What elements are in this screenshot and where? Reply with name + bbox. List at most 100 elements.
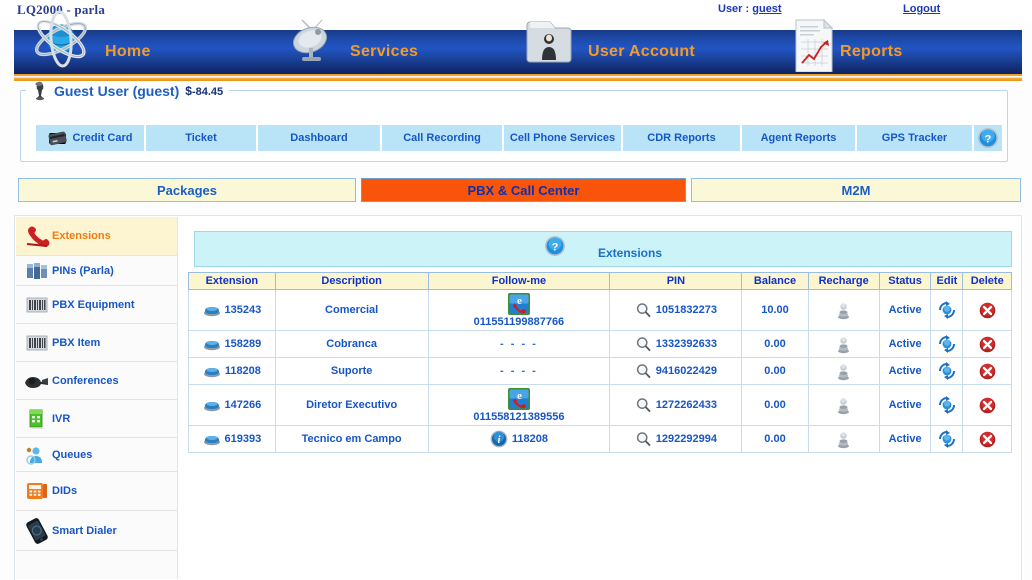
column-header-status[interactable]: Status <box>878 272 932 290</box>
balance-value: -84.45 <box>191 86 224 98</box>
edit-refresh-icon[interactable] <box>933 430 960 448</box>
magnifier-icon[interactable] <box>635 431 652 448</box>
column-header-description[interactable]: Description <box>274 272 429 290</box>
info-circle-icon[interactable]: i <box>490 430 508 448</box>
sidebar-item-pbx-item[interactable]: PBX Item <box>16 324 177 362</box>
table-row: 147266 Diretor Executivo e 0115581213895… <box>188 384 1012 426</box>
tab-packages[interactable]: Packages <box>18 178 356 202</box>
logout-link[interactable]: Logout <box>903 3 940 15</box>
balance-value: 10.00 <box>761 304 789 316</box>
queues-user-icon <box>22 445 52 465</box>
cell-edit <box>930 357 964 385</box>
button-dashboard[interactable]: Dashboard <box>258 125 380 151</box>
column-header-pin[interactable]: PIN <box>609 272 743 290</box>
sidebar-item-extensions[interactable]: Extensions <box>16 217 177 256</box>
column-header-extension[interactable]: Extension <box>188 272 276 290</box>
extension-number-link[interactable]: 135243 <box>225 304 262 316</box>
nav-item-services[interactable]: Services <box>350 30 418 74</box>
magnifier-icon[interactable] <box>635 302 652 319</box>
recharge-coins-icon[interactable] <box>811 301 877 320</box>
delete-x-icon[interactable] <box>965 336 1009 353</box>
table-body: 135243 Comercial e 011551199887766 10518… <box>188 289 1012 453</box>
sidebar-item-dids[interactable]: DIDs <box>16 472 177 511</box>
delete-x-icon[interactable] <box>965 302 1009 319</box>
extension-number-link[interactable]: 158289 <box>225 338 262 350</box>
sidebar-item-queues[interactable]: Queues <box>16 438 177 472</box>
status-badge[interactable]: Active <box>889 304 922 316</box>
edit-refresh-icon[interactable] <box>933 362 960 380</box>
cell-extension: 619393 <box>188 425 276 453</box>
user-name-link[interactable]: guest <box>752 3 781 15</box>
extensions-table: Extension Description Follow-me PIN Bala… <box>188 272 1012 453</box>
sidebar-item-conferences[interactable]: Conferences <box>16 362 177 400</box>
status-badge[interactable]: Active <box>889 433 922 445</box>
extension-number-link[interactable]: 118208 <box>225 365 261 377</box>
recharge-coins-icon[interactable] <box>811 362 877 381</box>
magnifier-icon[interactable] <box>635 363 652 380</box>
button-agent-reports[interactable]: Agent Reports <box>742 125 855 151</box>
followme-number[interactable]: 011558121389556 <box>473 411 564 423</box>
cell-description: Suporte <box>274 357 429 385</box>
status-badge[interactable]: Active <box>889 338 922 350</box>
delete-x-icon[interactable] <box>965 397 1009 414</box>
status-badge[interactable]: Active <box>889 399 922 411</box>
button-credit-card[interactable]: Credit Card <box>36 125 144 151</box>
cell-followme: - - - - <box>427 357 611 385</box>
sidebar-item-ivr[interactable]: IVR <box>16 400 177 438</box>
column-header-edit[interactable]: Edit <box>930 272 964 290</box>
followme-number[interactable]: 011551199887766 <box>474 316 565 328</box>
pin-number-link[interactable]: 1332392633 <box>656 338 717 350</box>
magnifier-icon[interactable] <box>635 336 652 353</box>
extension-number-link[interactable]: 147266 <box>225 399 262 411</box>
extensions-panel-header: ? Extensions <box>194 231 1012 267</box>
nav-label-user-account: User Account <box>588 43 696 60</box>
cell-status: Active <box>878 330 932 358</box>
tab-pbx-call-center[interactable]: PBX & Call Center <box>361 178 686 202</box>
delete-x-icon[interactable] <box>965 363 1009 380</box>
extension-number-link[interactable]: 619393 <box>225 433 262 445</box>
cell-status: Active <box>878 357 932 385</box>
status-badge[interactable]: Active <box>889 365 922 377</box>
app-page: LQ2000 - parla User : guest Logout Home … <box>0 0 1032 580</box>
pin-number-link[interactable]: 1051832273 <box>656 304 717 316</box>
recharge-coins-icon[interactable] <box>811 335 877 354</box>
sidebar-item-pins[interactable]: PINs (Parla) <box>16 256 177 286</box>
edit-refresh-icon[interactable] <box>933 396 960 414</box>
button-cell-phone-services[interactable]: Cell Phone Services <box>504 125 621 151</box>
e-phone-badge-icon[interactable]: e <box>507 387 531 411</box>
smartphone-icon <box>22 517 52 544</box>
cell-description: Tecnico em Campo <box>274 425 429 453</box>
followme-number[interactable]: 118208 <box>512 433 548 445</box>
recharge-coins-icon[interactable] <box>811 430 877 449</box>
button-cdr-reports[interactable]: CDR Reports <box>623 125 740 151</box>
tab-m2m[interactable]: M2M <box>691 178 1021 202</box>
nav-item-home[interactable]: Home <box>105 30 151 74</box>
button-label-gps-tracker: GPS Tracker <box>881 132 948 144</box>
cell-extension: 147266 <box>188 384 276 426</box>
sidebar-item-pbx-equipment[interactable]: PBX Equipment <box>16 286 177 324</box>
pin-number-link[interactable]: 1292292994 <box>656 433 717 445</box>
pin-number-link[interactable]: 1272262433 <box>656 399 717 411</box>
nav-item-user-account[interactable]: User Account <box>588 30 695 74</box>
delete-x-icon[interactable] <box>965 431 1009 448</box>
column-header-delete[interactable]: Delete <box>962 272 1012 290</box>
magnifier-icon[interactable] <box>635 397 652 414</box>
button-call-recording[interactable]: Call Recording <box>382 125 502 151</box>
button-ticket[interactable]: Ticket <box>146 125 256 151</box>
column-header-followme[interactable]: Follow-me <box>427 272 611 290</box>
edit-refresh-icon[interactable] <box>933 335 960 353</box>
column-header-balance[interactable]: Balance <box>741 272 809 290</box>
sidebar-item-smart-dialer[interactable]: Smart Dialer <box>16 511 177 551</box>
table-row: 118208 Suporte - - - - 9416022429 0.00 A… <box>188 357 1012 385</box>
help-button[interactable]: ? <box>974 125 1002 151</box>
button-gps-tracker[interactable]: GPS Tracker <box>857 125 972 151</box>
column-header-recharge[interactable]: Recharge <box>807 272 880 290</box>
nav-item-reports[interactable]: Reports <box>840 30 903 74</box>
recharge-coins-icon[interactable] <box>811 396 877 415</box>
question-help-icon[interactable]: ? <box>544 235 566 257</box>
balance-value: 0.00 <box>764 365 786 377</box>
e-phone-badge-icon[interactable]: e <box>507 292 531 316</box>
edit-refresh-icon[interactable] <box>933 301 960 319</box>
pin-number-link[interactable]: 9416022429 <box>656 365 717 377</box>
followme-empty: - - - - <box>500 338 538 350</box>
